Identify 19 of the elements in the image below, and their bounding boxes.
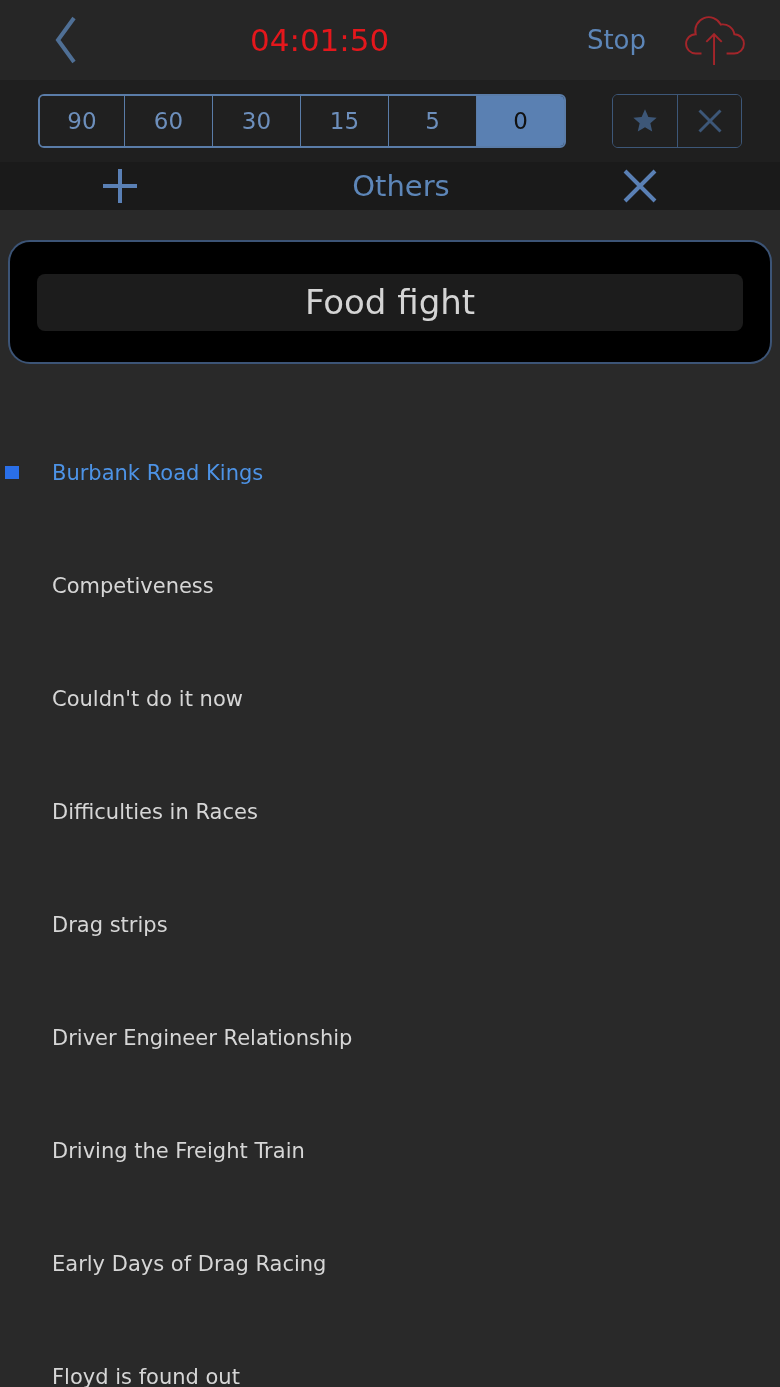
add-icon[interactable] bbox=[100, 166, 140, 206]
topic-item[interactable]: Drag strips bbox=[52, 911, 168, 939]
cross-icon bbox=[695, 107, 724, 135]
close-icon[interactable] bbox=[622, 168, 658, 204]
stop-button[interactable]: Stop bbox=[586, 25, 646, 55]
topic-item[interactable]: Competiveness bbox=[52, 572, 214, 600]
input-field[interactable]: Food fight bbox=[37, 273, 743, 331]
topic-item[interactable]: Early Days of Drag Racing bbox=[52, 1250, 327, 1278]
topic-item[interactable]: Driver Engineer Relationship bbox=[52, 1024, 353, 1052]
topic-item[interactable]: Burbank Road Kings bbox=[52, 459, 264, 487]
topic-item[interactable]: Couldn't do it now bbox=[52, 685, 243, 713]
clear-button[interactable] bbox=[677, 95, 741, 147]
topic-item[interactable]: Difficulties in Races bbox=[52, 798, 258, 826]
topic-item[interactable]: Driving the Freight Train bbox=[52, 1137, 305, 1165]
timer: 04:01:50 bbox=[250, 22, 390, 58]
category-title: Others bbox=[352, 169, 450, 203]
interval-tab[interactable]: 0 bbox=[476, 96, 564, 146]
back-icon[interactable] bbox=[54, 16, 78, 64]
cloud-upload-icon[interactable] bbox=[684, 13, 746, 67]
